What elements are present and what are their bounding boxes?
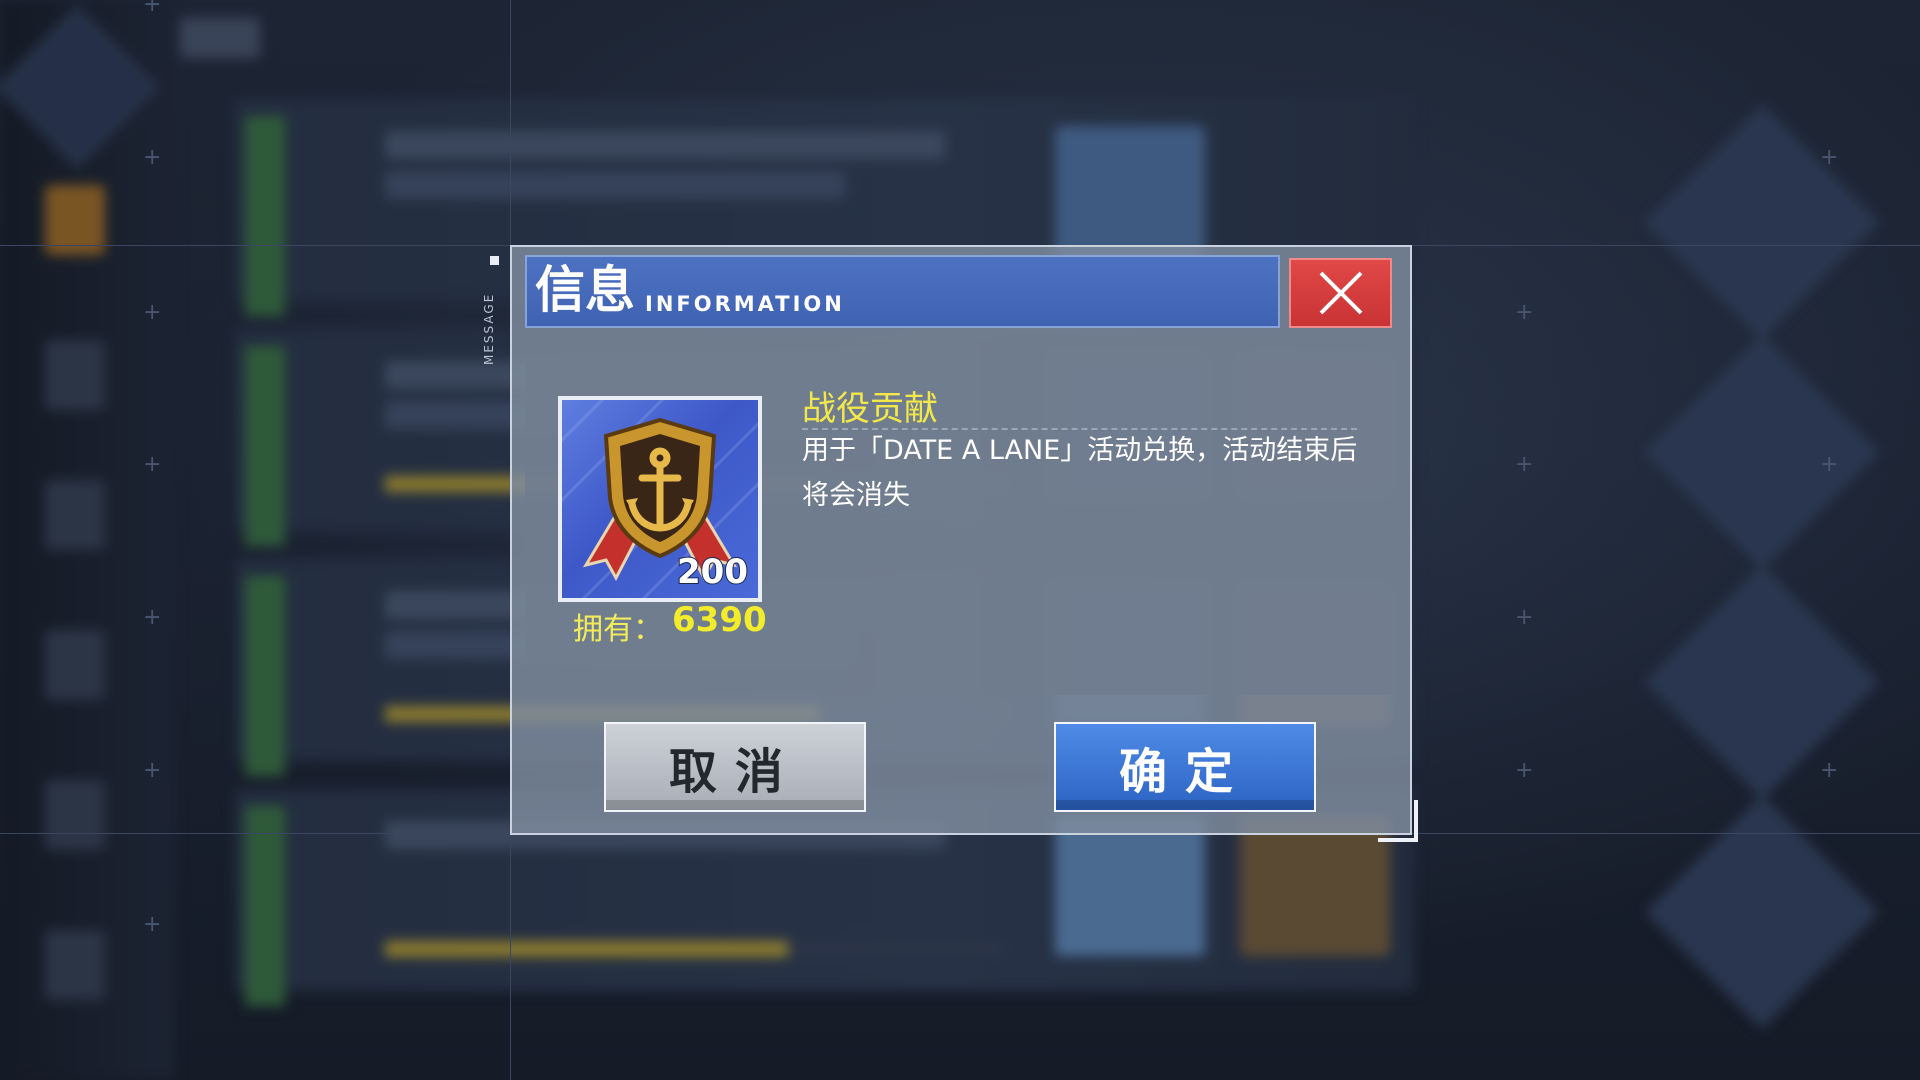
owned-label: 拥有： [573, 612, 663, 647]
grid-plus-icon: + [1820, 758, 1839, 783]
confirm-button[interactable]: 确定 [1054, 722, 1316, 812]
owned-value: 6390 [672, 600, 767, 640]
grid-plus-icon: + [143, 145, 162, 170]
grid-plus-icon: + [143, 758, 162, 783]
grid-plus-icon: + [1515, 758, 1534, 783]
bg-sidebar-item [45, 780, 105, 850]
grid-plus-icon: + [143, 0, 162, 17]
bg-sidebar-item [45, 930, 105, 1000]
bg-sidebar-item [45, 480, 105, 550]
bg-claim-button [1646, 336, 1878, 568]
item-description: 用于「DATE A LANE」活动兑换，活动结束后将会消失 [802, 435, 1358, 511]
close-icon [1319, 271, 1362, 315]
grid-plus-icon: + [1515, 300, 1534, 325]
cancel-button[interactable]: 取消 [604, 722, 866, 812]
dialog-side-marker [490, 256, 499, 265]
bg-claim-button [1646, 796, 1878, 1028]
item-icon-frame: 200 [558, 396, 762, 602]
button-shade [1056, 800, 1314, 810]
button-shade [606, 800, 864, 810]
close-button[interactable] [1289, 258, 1392, 328]
item-icon-background: 200 [562, 400, 758, 598]
bg-sidebar-item [45, 340, 105, 410]
bg-title [180, 18, 260, 58]
cancel-button-label: 取消 [668, 744, 801, 800]
item-count: 200 [676, 551, 749, 593]
grid-plus-icon: + [143, 452, 162, 477]
grid-plus-icon: + [1820, 145, 1839, 170]
grid-plus-icon: + [1515, 605, 1534, 630]
dialog-title: 信息 [535, 260, 635, 319]
confirm-button-label: 确定 [1118, 744, 1251, 800]
bg-claim-button [1646, 566, 1878, 798]
grid-plus-icon: + [143, 605, 162, 630]
dialog-corner-bracket [1378, 800, 1418, 842]
item-name: 战役贡献 [802, 389, 938, 429]
bg-claim-button [1646, 106, 1878, 338]
bg-sidebar-item [45, 630, 105, 700]
dialog-header [525, 255, 1280, 328]
dialog-title-en: INFORMATION [645, 292, 845, 316]
grid-plus-icon: + [143, 912, 162, 937]
grid-plus-icon: + [143, 300, 162, 325]
dialog-side-label: MESSAGE [482, 292, 496, 365]
grid-plus-icon: + [1820, 452, 1839, 477]
grid-plus-icon: + [1515, 452, 1534, 477]
